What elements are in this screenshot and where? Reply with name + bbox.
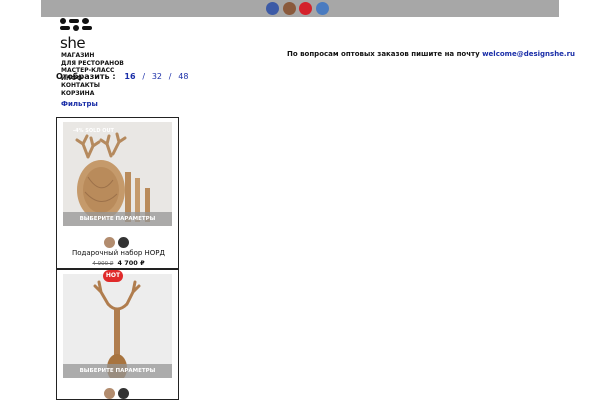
antler-board-image xyxy=(63,122,172,226)
filters-link[interactable]: Фильтры xyxy=(61,100,98,108)
contact-text: По вопросам оптовых заказов пишите на по… xyxy=(287,50,480,58)
show-option-16[interactable]: 16 xyxy=(124,72,135,81)
product-image[interactable]: -4% SOLD OUT ВЫБЕРИТЕ ПАРАМЕТРЫ xyxy=(63,122,172,226)
separator: / xyxy=(168,72,172,81)
facebook-icon[interactable] xyxy=(266,2,279,15)
hot-badge: HOT xyxy=(103,270,123,282)
swatch-wood[interactable] xyxy=(104,388,115,399)
separator: / xyxy=(142,72,146,81)
choose-params-button[interactable]: ВЫБЕРИТЕ ПАРАМЕТРЫ xyxy=(63,212,172,226)
telegram-icon[interactable] xyxy=(316,2,329,15)
swatch-dark[interactable] xyxy=(118,388,129,399)
antler-spoon-image xyxy=(63,274,172,378)
sale-badge: -4% SOLD OUT xyxy=(73,128,114,134)
menu-item-shop[interactable]: МАГАЗИН xyxy=(61,52,124,60)
menu-item-cart[interactable]: КОРЗИНА xyxy=(61,90,124,98)
youtube-icon[interactable] xyxy=(299,2,312,15)
product-name[interactable]: Подарочный набор НОРД xyxy=(57,249,180,257)
wholesale-contact: По вопросам оптовых заказов пишите на по… xyxy=(287,50,575,58)
show-option-32[interactable]: 32 xyxy=(152,72,162,81)
old-price: 4 900 ₽ xyxy=(92,261,114,267)
product-price: 4 900 ₽ 4 700 ₽ xyxy=(57,259,180,267)
vk-icon[interactable] xyxy=(283,2,296,15)
swatch-wood[interactable] xyxy=(104,237,115,248)
menu-item-contacts[interactable]: КОНТАКТЫ xyxy=(61,82,124,90)
current-price: 4 700 ₽ xyxy=(117,259,145,267)
contact-email-link[interactable]: welcome@designshe.ru xyxy=(482,50,575,58)
logo-text[interactable]: she xyxy=(60,34,86,52)
menu-item-restaurants[interactable]: ДЛЯ РЕСТОРАНОВ xyxy=(61,60,124,68)
product-card[interactable]: ВЫБЕРИТЕ ПАРАМЕТРЫ HOT xyxy=(56,269,179,400)
show-label: Отобразить : xyxy=(56,72,116,81)
logo-mark-icon xyxy=(60,18,92,34)
show-option-48[interactable]: 48 xyxy=(178,72,188,81)
color-swatches xyxy=(104,384,132,403)
product-card[interactable]: -4% SOLD OUT ВЫБЕРИТЕ ПАРАМЕТРЫ Подарочн… xyxy=(56,117,179,269)
items-per-page: Отобразить : 16 / 32 / 48 xyxy=(56,72,188,81)
choose-params-button[interactable]: ВЫБЕРИТЕ ПАРАМЕТРЫ xyxy=(63,364,172,378)
swatch-dark[interactable] xyxy=(118,237,129,248)
product-image[interactable]: ВЫБЕРИТЕ ПАРАМЕТРЫ xyxy=(63,274,172,378)
